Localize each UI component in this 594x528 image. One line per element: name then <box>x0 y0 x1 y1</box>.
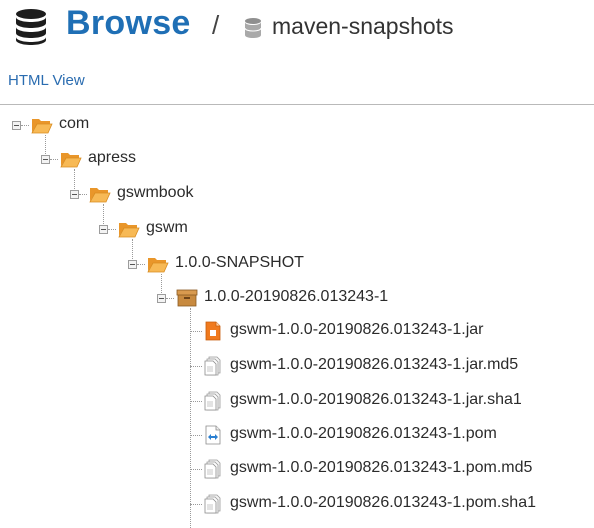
tree-folder-label[interactable]: apress <box>88 149 136 167</box>
tree-connector-line <box>79 194 87 195</box>
folder-open-icon <box>118 223 140 238</box>
tree-connector-line <box>190 435 202 436</box>
tree-connector-line <box>21 125 29 126</box>
tree-folder-label[interactable]: 1.0.0-SNAPSHOT <box>175 254 304 272</box>
tree-connector-line <box>190 469 202 470</box>
collapse-toggle[interactable] <box>41 155 50 164</box>
tree-connector-line <box>190 308 191 528</box>
collapse-toggle[interactable] <box>157 294 166 303</box>
tree-connector-line <box>166 298 174 299</box>
tree-connector-line <box>190 504 202 505</box>
file-icon <box>204 459 221 479</box>
tree-file-label[interactable]: gswm-1.0.0-20190826.013243-1.jar.sha1 <box>230 391 522 409</box>
tree-file-label[interactable]: gswm-1.0.0-20190826.013243-1.pom <box>230 425 497 443</box>
folder-open-icon <box>60 153 82 168</box>
tree-folder-label[interactable]: 1.0.0-20190826.013243-1 <box>204 288 388 306</box>
tree-file-label[interactable]: gswm-1.0.0-20190826.013243-1.pom.sha1 <box>230 494 536 512</box>
tree-connector-line <box>190 331 202 332</box>
tree-connector-line <box>50 159 58 160</box>
collapse-toggle[interactable] <box>12 121 21 130</box>
tree-connector-line <box>137 264 145 265</box>
folder-open-icon <box>31 119 53 134</box>
folder-open-icon <box>147 258 169 273</box>
collapse-toggle[interactable] <box>70 190 79 199</box>
file-tree: com apress gswmbook gswm 1.0.0-SNAPSHOT 1.0.0… <box>0 0 594 528</box>
folder-open-icon <box>89 188 111 203</box>
package-icon <box>176 289 198 307</box>
tree-folder-label[interactable]: gswmbook <box>117 184 193 202</box>
tree-file-label[interactable]: gswm-1.0.0-20190826.013243-1.jar <box>230 321 484 339</box>
tree-connector-line <box>108 229 116 230</box>
file-icon <box>204 391 221 411</box>
tree-file-label[interactable]: gswm-1.0.0-20190826.013243-1.pom.md5 <box>230 459 532 477</box>
tree-folder-label[interactable]: com <box>59 115 89 133</box>
jar-file-icon <box>205 321 221 341</box>
collapse-toggle[interactable] <box>128 260 137 269</box>
tree-connector-line <box>190 366 202 367</box>
file-icon <box>204 356 221 376</box>
tree-connector-line <box>190 401 202 402</box>
collapse-toggle[interactable] <box>99 225 108 234</box>
tree-folder-label[interactable]: gswm <box>146 219 188 237</box>
pom-file-icon <box>205 425 221 445</box>
tree-file-label[interactable]: gswm-1.0.0-20190826.013243-1.jar.md5 <box>230 356 518 374</box>
file-icon <box>204 494 221 514</box>
